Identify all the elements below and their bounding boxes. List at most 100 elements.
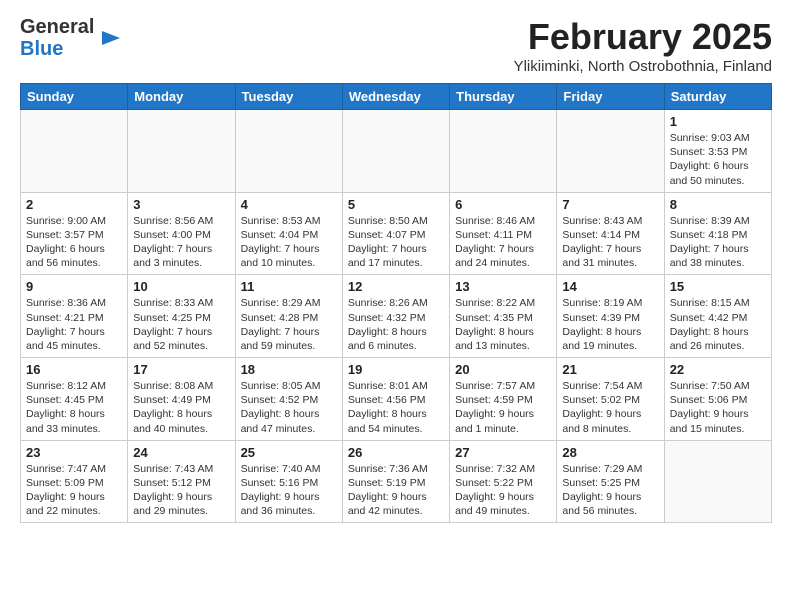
weekday-header-thursday: Thursday <box>450 84 557 110</box>
day-number: 4 <box>241 197 337 212</box>
calendar-cell <box>557 110 664 193</box>
day-number: 9 <box>26 279 122 294</box>
day-number: 1 <box>670 114 766 129</box>
calendar-cell: 26 Sunrise: 7:36 AM Sunset: 5:19 PM Dayli… <box>342 440 449 523</box>
day-number: 11 <box>241 279 337 294</box>
logo-text: General Blue <box>20 16 122 60</box>
day-info: Sunrise: 8:26 AM Sunset: 4:32 PM Dayligh… <box>348 296 444 353</box>
day-number: 7 <box>562 197 658 212</box>
calendar-table: SundayMondayTuesdayWednesdayThursdayFrid… <box>20 83 772 523</box>
calendar-cell: 6Sunrise: 8:46 AM Sunset: 4:11 PM Daylig… <box>450 192 557 275</box>
weekday-header-friday: Friday <box>557 84 664 110</box>
day-info: Sunrise: 8:12 AM Sunset: 4:45 PM Dayligh… <box>26 379 122 436</box>
day-info: Sunrise: 7:54 AM Sunset: 5:02 PM Dayligh… <box>562 379 658 436</box>
day-number: 2 <box>26 197 122 212</box>
day-number: 14 <box>562 279 658 294</box>
day-info: Sunrise: 8:39 AM Sunset: 4:18 PM Dayligh… <box>670 214 766 271</box>
week-row-5: 23 Sunrise: 7:47 AM Sunset: 5:09 PM Dayli… <box>21 440 772 523</box>
calendar-cell: 11 Sunrise: 8:29 AM Sunset: 4:28 PM Dayli… <box>235 275 342 358</box>
day-info: Sunrise: 7:47 AM Sunset: 5:09 PM Dayligh… <box>26 462 122 519</box>
calendar-cell <box>450 110 557 193</box>
calendar-cell: 12Sunrise: 8:26 AM Sunset: 4:32 PM Dayli… <box>342 275 449 358</box>
day-info: Sunrise: 7:32 AM Sunset: 5:22 PM Dayligh… <box>455 462 551 519</box>
calendar-cell: 9 Sunrise: 8:36 AM Sunset: 4:21 PM Daylig… <box>21 275 128 358</box>
week-row-3: 9 Sunrise: 8:36 AM Sunset: 4:21 PM Daylig… <box>21 275 772 358</box>
day-number: 21 <box>562 362 658 377</box>
weekday-header-row: SundayMondayTuesdayWednesdayThursdayFrid… <box>21 84 772 110</box>
calendar-cell: 14 Sunrise: 8:19 AM Sunset: 4:39 PM Dayli… <box>557 275 664 358</box>
logo: General Blue <box>20 16 122 60</box>
calendar-cell <box>128 110 235 193</box>
calendar-cell: 1 Sunrise: 9:03 AM Sunset: 3:53 PM Daylig… <box>664 110 771 193</box>
week-row-2: 2 Sunrise: 9:00 AM Sunset: 3:57 PM Daylig… <box>21 192 772 275</box>
logo-general: General <box>20 16 94 38</box>
month-title: February 2025 <box>514 16 772 58</box>
calendar-cell: 2 Sunrise: 9:00 AM Sunset: 3:57 PM Daylig… <box>21 192 128 275</box>
day-number: 5 <box>348 197 444 212</box>
calendar-cell: 18 Sunrise: 8:05 AM Sunset: 4:52 PM Dayli… <box>235 358 342 441</box>
day-number: 8 <box>670 197 766 212</box>
weekday-header-wednesday: Wednesday <box>342 84 449 110</box>
day-number: 23 <box>26 445 122 460</box>
day-info: Sunrise: 7:43 AM Sunset: 5:12 PM Dayligh… <box>133 462 229 519</box>
day-info: Sunrise: 8:22 AM Sunset: 4:35 PM Dayligh… <box>455 296 551 353</box>
week-row-1: 1 Sunrise: 9:03 AM Sunset: 3:53 PM Daylig… <box>21 110 772 193</box>
day-info: Sunrise: 7:36 AM Sunset: 5:19 PM Dayligh… <box>348 462 444 519</box>
calendar-cell: 25Sunrise: 7:40 AM Sunset: 5:16 PM Dayli… <box>235 440 342 523</box>
calendar-cell: 24 Sunrise: 7:43 AM Sunset: 5:12 PM Dayli… <box>128 440 235 523</box>
day-number: 24 <box>133 445 229 460</box>
title-block: February 2025 Ylikiiminki, North Ostrobo… <box>514 16 772 75</box>
day-number: 18 <box>241 362 337 377</box>
calendar-cell: 17Sunrise: 8:08 AM Sunset: 4:49 PM Dayli… <box>128 358 235 441</box>
day-info: Sunrise: 8:46 AM Sunset: 4:11 PM Dayligh… <box>455 214 551 271</box>
calendar-cell: 13 Sunrise: 8:22 AM Sunset: 4:35 PM Dayli… <box>450 275 557 358</box>
weekday-header-sunday: Sunday <box>21 84 128 110</box>
calendar-cell: 28 Sunrise: 7:29 AM Sunset: 5:25 PM Dayli… <box>557 440 664 523</box>
day-info: Sunrise: 8:33 AM Sunset: 4:25 PM Dayligh… <box>133 296 229 353</box>
day-info: Sunrise: 8:29 AM Sunset: 4:28 PM Dayligh… <box>241 296 337 353</box>
calendar-cell: 22 Sunrise: 7:50 AM Sunset: 5:06 PM Dayli… <box>664 358 771 441</box>
day-number: 27 <box>455 445 551 460</box>
day-number: 28 <box>562 445 658 460</box>
day-info: Sunrise: 9:03 AM Sunset: 3:53 PM Dayligh… <box>670 131 766 188</box>
day-number: 26 <box>348 445 444 460</box>
day-info: Sunrise: 7:50 AM Sunset: 5:06 PM Dayligh… <box>670 379 766 436</box>
calendar-cell: 7Sunrise: 8:43 AM Sunset: 4:14 PM Daylig… <box>557 192 664 275</box>
calendar-cell: 27 Sunrise: 7:32 AM Sunset: 5:22 PM Dayli… <box>450 440 557 523</box>
day-info: Sunrise: 8:08 AM Sunset: 4:49 PM Dayligh… <box>133 379 229 436</box>
day-number: 10 <box>133 279 229 294</box>
day-number: 16 <box>26 362 122 377</box>
day-info: Sunrise: 8:19 AM Sunset: 4:39 PM Dayligh… <box>562 296 658 353</box>
day-number: 15 <box>670 279 766 294</box>
weekday-header-saturday: Saturday <box>664 84 771 110</box>
day-info: Sunrise: 7:40 AM Sunset: 5:16 PM Dayligh… <box>241 462 337 519</box>
day-number: 20 <box>455 362 551 377</box>
day-number: 3 <box>133 197 229 212</box>
calendar-cell: 8 Sunrise: 8:39 AM Sunset: 4:18 PM Daylig… <box>664 192 771 275</box>
calendar-cell <box>342 110 449 193</box>
page: General Blue February 2025 Ylikiiminki, … <box>0 0 792 543</box>
day-info: Sunrise: 8:15 AM Sunset: 4:42 PM Dayligh… <box>670 296 766 353</box>
day-number: 19 <box>348 362 444 377</box>
logo-blue: Blue <box>20 38 63 60</box>
calendar-cell <box>235 110 342 193</box>
day-info: Sunrise: 9:00 AM Sunset: 3:57 PM Dayligh… <box>26 214 122 271</box>
calendar-cell: 5 Sunrise: 8:50 AM Sunset: 4:07 PM Daylig… <box>342 192 449 275</box>
calendar-cell: 4Sunrise: 8:53 AM Sunset: 4:04 PM Daylig… <box>235 192 342 275</box>
week-row-4: 16 Sunrise: 8:12 AM Sunset: 4:45 PM Dayli… <box>21 358 772 441</box>
day-info: Sunrise: 8:50 AM Sunset: 4:07 PM Dayligh… <box>348 214 444 271</box>
day-number: 13 <box>455 279 551 294</box>
calendar-cell <box>664 440 771 523</box>
logo-arrow-icon <box>100 27 122 49</box>
day-info: Sunrise: 8:56 AM Sunset: 4:00 PM Dayligh… <box>133 214 229 271</box>
calendar-cell <box>21 110 128 193</box>
day-number: 22 <box>670 362 766 377</box>
calendar-cell: 20Sunrise: 7:57 AM Sunset: 4:59 PM Dayli… <box>450 358 557 441</box>
calendar-cell: 3 Sunrise: 8:56 AM Sunset: 4:00 PM Daylig… <box>128 192 235 275</box>
weekday-header-monday: Monday <box>128 84 235 110</box>
calendar-cell: 10 Sunrise: 8:33 AM Sunset: 4:25 PM Dayli… <box>128 275 235 358</box>
day-info: Sunrise: 8:05 AM Sunset: 4:52 PM Dayligh… <box>241 379 337 436</box>
subtitle: Ylikiiminki, North Ostrobothnia, Finland <box>514 58 772 75</box>
day-info: Sunrise: 8:36 AM Sunset: 4:21 PM Dayligh… <box>26 296 122 353</box>
day-info: Sunrise: 7:29 AM Sunset: 5:25 PM Dayligh… <box>562 462 658 519</box>
